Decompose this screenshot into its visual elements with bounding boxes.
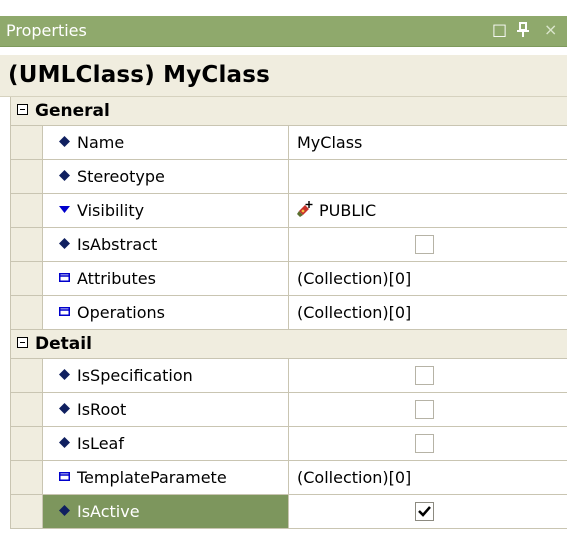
row-gutter [11, 359, 43, 392]
property-label: IsLeaf [77, 434, 124, 453]
property-grid: General Name MyClass Stereotype Visibility PU… [10, 97, 567, 529]
public-visibility-icon [297, 201, 313, 219]
property-value-cell[interactable]: (Collection)[0] [289, 296, 567, 329]
category-general[interactable]: General [11, 97, 567, 126]
property-label: Attributes [77, 269, 156, 288]
category-label: Detail [35, 334, 92, 354]
property-row-isleaf[interactable]: IsLeaf [11, 427, 567, 461]
property-value: (Collection)[0] [297, 468, 412, 487]
property-value-cell[interactable]: MyClass [289, 126, 567, 159]
row-gutter [11, 495, 43, 528]
property-value-cell[interactable]: PUBLIC [289, 194, 567, 227]
property-row-name[interactable]: Name MyClass [11, 126, 567, 160]
row-gutter [11, 228, 43, 261]
pin-icon[interactable] [517, 21, 529, 38]
property-value-cell[interactable]: (Collection)[0] [289, 461, 567, 494]
property-label: Operations [77, 303, 165, 322]
collection-icon [59, 471, 70, 482]
collection-icon [59, 272, 70, 283]
selected-object-header: (UMLClass) MyClass [0, 55, 567, 97]
collection-icon [59, 306, 70, 317]
property-label: Visibility [77, 201, 145, 220]
maximize-icon[interactable]: □ [492, 21, 507, 39]
property-value-cell[interactable] [289, 393, 567, 426]
dropdown-arrow-icon [59, 204, 70, 215]
category-label: General [35, 101, 110, 121]
diamond-icon [59, 437, 70, 448]
property-row-attributes[interactable]: Attributes (Collection)[0] [11, 262, 567, 296]
property-row-isroot[interactable]: IsRoot [11, 393, 567, 427]
property-value: (Collection)[0] [297, 269, 412, 288]
property-row-visibility[interactable]: Visibility PUBLIC [11, 194, 567, 228]
row-gutter [11, 393, 43, 426]
properties-title-bar: Properties □ × [0, 16, 567, 47]
property-label: IsRoot [77, 400, 127, 419]
checkbox[interactable] [415, 502, 434, 521]
property-row-isactive[interactable]: IsActive [11, 495, 567, 529]
panel-title: Properties [6, 21, 87, 40]
property-row-isabstract[interactable]: IsAbstract [11, 228, 567, 262]
row-gutter [11, 461, 43, 494]
collapse-icon[interactable] [17, 104, 28, 115]
property-value-cell[interactable] [289, 228, 567, 261]
category-detail[interactable]: Detail [11, 330, 567, 359]
property-value-cell[interactable] [289, 160, 567, 193]
diamond-icon [59, 403, 70, 414]
selected-object-title: (UMLClass) MyClass [8, 62, 271, 88]
property-label: Name [77, 133, 125, 152]
checkbox[interactable] [415, 235, 434, 254]
diamond-icon [59, 170, 70, 181]
diamond-icon [59, 505, 70, 516]
property-value-cell[interactable]: (Collection)[0] [289, 262, 567, 295]
checkbox[interactable] [415, 400, 434, 419]
row-gutter [11, 160, 43, 193]
property-value-cell[interactable] [289, 359, 567, 392]
checkbox[interactable] [415, 434, 434, 453]
property-row-stereotype[interactable]: Stereotype [11, 160, 567, 194]
property-label: IsSpecification [77, 366, 193, 385]
checkbox[interactable] [415, 366, 434, 385]
diamond-icon [59, 369, 70, 380]
property-label: IsActive [77, 502, 140, 521]
row-gutter [11, 126, 43, 159]
property-value: PUBLIC [319, 201, 377, 220]
diamond-icon [59, 238, 70, 249]
property-label: Stereotype [77, 167, 165, 186]
diamond-icon [59, 136, 70, 147]
property-row-templateparamete[interactable]: TemplateParamete (Collection)[0] [11, 461, 567, 495]
collapse-icon[interactable] [17, 337, 28, 348]
property-label: TemplateParamete [77, 468, 227, 487]
row-gutter [11, 427, 43, 460]
property-label: IsAbstract [77, 235, 158, 254]
property-row-isspecification[interactable]: IsSpecification [11, 359, 567, 393]
row-gutter [11, 296, 43, 329]
close-icon[interactable]: × [544, 21, 557, 39]
row-gutter [11, 194, 43, 227]
property-value: (Collection)[0] [297, 303, 412, 322]
property-row-operations[interactable]: Operations (Collection)[0] [11, 296, 567, 330]
row-gutter [11, 262, 43, 295]
property-value: MyClass [297, 133, 363, 152]
property-value-cell[interactable] [289, 427, 567, 460]
property-value-cell[interactable] [289, 495, 567, 528]
